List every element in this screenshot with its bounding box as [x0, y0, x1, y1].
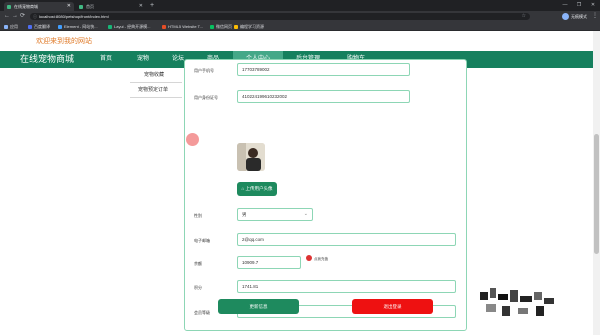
scrollbar-thumb[interactable]	[594, 134, 599, 254]
update-info-button[interactable]: 更新信息	[218, 299, 299, 314]
nav-item-pets[interactable]: 宠物	[127, 51, 159, 68]
bookmark-label: 编程学习资源	[240, 24, 264, 29]
email-field[interactable]: 2@qq.com	[237, 233, 456, 246]
bookmark-label: 百度翻译	[34, 24, 50, 29]
welcome-text: 欢迎来到我的网站	[36, 38, 92, 45]
profile-name[interactable]: 无痕模式	[571, 11, 587, 22]
close-tab-icon[interactable]: ✕	[67, 2, 71, 11]
bookmark-label: 应用	[10, 24, 18, 29]
idcard-field[interactable]: 410224199610232002	[237, 90, 410, 103]
folder-icon	[234, 24, 238, 29]
avatar-photo-icon	[237, 143, 265, 171]
cursor-highlight	[186, 133, 199, 146]
browser-tab-title: 首页	[86, 4, 94, 9]
balance-label: 余额	[194, 261, 202, 266]
phone-label: 用户手机号	[194, 68, 214, 73]
level-label: 会员等级	[194, 310, 210, 315]
layui-icon	[108, 24, 112, 29]
bookmark-item[interactable]: 应用	[4, 22, 18, 31]
site-brand[interactable]: 在线宠物商城	[20, 51, 74, 68]
minimize-window-button[interactable]: —	[558, 0, 572, 11]
wechat-icon	[210, 24, 214, 29]
bookmark-star-icon[interactable]: ☆	[522, 13, 526, 20]
phone-field[interactable]: 17703789002	[237, 63, 410, 76]
reload-icon[interactable]: ⟳	[20, 11, 25, 22]
url-text[interactable]: localhost:8080/petshop/front/index.html	[39, 13, 109, 20]
address-bar[interactable]: ⓘ localhost:8080/petshop/front/index.htm…	[30, 13, 530, 20]
profile-form: 用户手机号 17703789002 用户身份证号 410224199610232…	[184, 59, 467, 331]
points-label: 积分	[194, 285, 202, 290]
bookmark-item[interactable]: HTML5 Website T...	[162, 22, 203, 31]
browser-tab-active[interactable]: 在线宠物商城 ✕	[4, 2, 74, 11]
side-menu-pet-favorites[interactable]: 宠物收藏	[130, 68, 182, 83]
profile-side-menu: 宠物收藏 宠物预定订单	[130, 68, 182, 98]
upload-avatar-button[interactable]: ⌂ 上传用户头像	[237, 182, 277, 196]
browser-tab-title: 在线宠物商城	[14, 4, 38, 9]
bookmark-item[interactable]: 微信网页	[210, 22, 232, 31]
recharge-link[interactable]: 点我充值	[314, 257, 328, 262]
pixelated-watermark-icon	[480, 288, 554, 316]
browser-tab[interactable]: 首页 ✕	[76, 2, 146, 11]
window-controls: — ❐ ✕	[558, 0, 600, 11]
maximize-window-button[interactable]: ❐	[572, 0, 586, 11]
new-tab-button[interactable]: +	[150, 1, 154, 10]
vue-favicon-icon	[7, 4, 11, 9]
forward-arrow-icon[interactable]: →	[12, 11, 18, 22]
browser-toolbar: ← → ⟳ ⓘ localhost:8080/petshop/front/ind…	[0, 11, 600, 22]
points-field[interactable]: 1741.81	[237, 280, 456, 293]
bookmark-item[interactable]: Layui - 经典开源模...	[108, 22, 150, 31]
user-avatar-image	[237, 143, 265, 171]
browser-tab-bar: 在线宠物商城 ✕ 首页 ✕ + — ❐ ✕	[0, 0, 600, 11]
vue-favicon-icon	[79, 4, 83, 9]
balance-field[interactable]: 10909.7	[237, 256, 301, 269]
info-icon[interactable]: ⓘ	[33, 14, 37, 19]
close-tab-icon[interactable]: ✕	[139, 2, 143, 11]
upload-avatar-label: 上传用户头像	[245, 186, 273, 191]
element-icon	[58, 24, 62, 29]
bookmark-item[interactable]: 编程学习资源	[234, 22, 264, 31]
browser-menu-icon[interactable]: ⋮	[592, 11, 598, 22]
web-page: 欢迎来到我的网站 在线宠物商城 首页 宠物 论坛 商品 个人中心 后台管理 购物…	[0, 31, 600, 335]
bookmark-label: 微信网页	[216, 24, 232, 29]
bookmark-label: Element - 网站快...	[64, 24, 98, 29]
side-menu-pet-orders[interactable]: 宠物预定订单	[130, 83, 182, 98]
chevron-down-icon: ⌄	[303, 211, 308, 217]
back-arrow-icon[interactable]: ←	[4, 11, 10, 22]
bookmark-item[interactable]: 百度翻译	[28, 22, 50, 31]
bookmark-item[interactable]: Element - 网站快...	[58, 22, 98, 31]
baidu-icon	[28, 24, 32, 29]
page-scrollbar[interactable]	[593, 31, 600, 335]
gender-label: 性别	[194, 213, 202, 218]
bookmark-label: Layui - 经典开源模...	[114, 24, 151, 29]
close-window-button[interactable]: ✕	[586, 0, 600, 11]
profile-avatar[interactable]	[562, 13, 569, 20]
home-icon: ⌂	[241, 186, 245, 191]
idcard-label: 用户身份证号	[194, 95, 218, 100]
gender-select[interactable]: 男 ⌄	[237, 208, 313, 221]
email-label: 电子邮箱	[194, 238, 210, 243]
bookmark-label: HTML5 Website T...	[168, 24, 203, 29]
apps-icon	[4, 24, 8, 29]
html5-icon	[162, 24, 166, 29]
bookmarks-bar: 应用 百度翻译 Element - 网站快... Layui - 经典开源模..…	[0, 22, 600, 31]
gender-value: 男	[242, 212, 247, 217]
logout-button[interactable]: 退出登录	[352, 299, 433, 314]
nav-item-home[interactable]: 首页	[90, 51, 122, 68]
recharge-icon[interactable]	[306, 255, 312, 261]
